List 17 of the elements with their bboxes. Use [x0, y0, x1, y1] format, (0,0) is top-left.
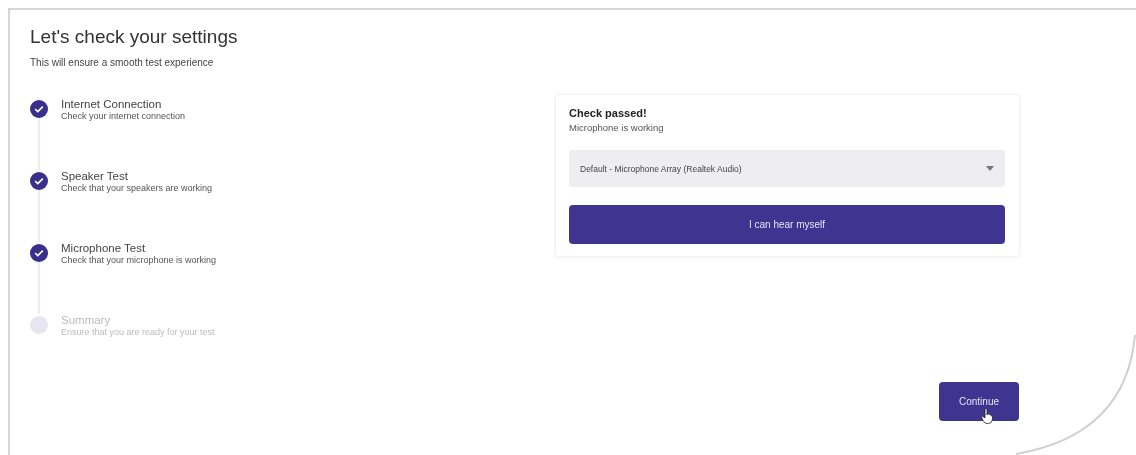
page-title: Let's check your settings — [30, 26, 239, 48]
card-message: Microphone is working — [569, 122, 665, 133]
step-title: Internet Connection — [61, 98, 163, 110]
step-description: Check your internet connection — [61, 111, 186, 121]
step-description: Check that your speakers are working — [61, 183, 213, 193]
caret-icon — [986, 166, 994, 171]
hand-cursor-icon — [981, 408, 993, 424]
step-title: Speaker Test — [61, 170, 129, 182]
page-subtitle: This will ensure a smooth test experience — [30, 57, 215, 68]
step-title: Summary — [61, 314, 112, 326]
continue-button[interactable]: Continue — [939, 382, 1019, 421]
step-description: Check that your microphone is working — [61, 255, 217, 265]
step-title: Microphone Test — [61, 242, 147, 254]
card-title: Check passed! — [569, 107, 648, 119]
hear-myself-button[interactable]: I can hear myself — [569, 205, 1005, 244]
step-description: Ensure that you are ready for your test — [61, 327, 215, 337]
device-dropdown[interactable]: Default - Microphone Array (Realtek Audio) — [569, 150, 1005, 187]
